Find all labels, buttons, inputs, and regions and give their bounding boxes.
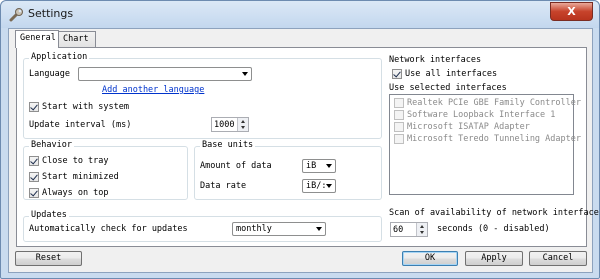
- arrow-down-icon: [420, 231, 424, 234]
- use-all-interfaces-label: Use all interfaces: [405, 69, 498, 79]
- always-on-top-label: Always on top: [42, 188, 109, 198]
- auto-check-label: Automatically check for updates: [29, 224, 188, 234]
- data-rate-label: Data rate: [200, 181, 247, 191]
- language-select[interactable]: [78, 67, 252, 81]
- auto-check-select[interactable]: monthly: [232, 222, 326, 236]
- arrow-down-icon: [241, 126, 245, 129]
- interface-checkbox[interactable]: [394, 134, 404, 144]
- start-minimized-label: Start minimized: [42, 172, 119, 182]
- chevron-down-icon: [326, 164, 332, 168]
- application-group: Application Language Add another languag…: [23, 52, 382, 139]
- interface-label: Microsoft Teredo Tunneling Adapter: [407, 134, 581, 144]
- start-with-system-checkbox[interactable]: [29, 102, 39, 112]
- scan-interval-label: Scan of availability of network interfac…: [389, 208, 600, 218]
- interface-label: Microsoft ISATAP Adapter: [407, 122, 530, 132]
- close-to-tray-checkbox[interactable]: [29, 156, 39, 166]
- base-units-group-title: Base units: [200, 140, 256, 150]
- reset-button[interactable]: Reset: [15, 251, 82, 266]
- client-area: General Chart Application Language Add a…: [8, 28, 600, 273]
- behavior-group: Behavior Close to tray Start minimized A…: [23, 140, 188, 200]
- title-bar[interactable]: Settings X: [1, 1, 599, 28]
- wrench-icon: [9, 8, 23, 22]
- data-rate-value: iB/:: [306, 181, 327, 191]
- application-group-title: Application: [29, 52, 90, 62]
- update-interval-value: 1000: [214, 120, 235, 130]
- window-title: Settings: [28, 7, 74, 20]
- tab-chart[interactable]: Chart: [58, 31, 96, 48]
- update-interval-stepper[interactable]: 1000: [211, 117, 249, 132]
- stepper-buttons[interactable]: [416, 223, 427, 236]
- close-button[interactable]: X: [550, 2, 593, 21]
- scan-interval-stepper[interactable]: 60: [390, 222, 428, 237]
- chevron-down-icon: [326, 184, 332, 188]
- network-interfaces-title: Network interfaces: [389, 55, 482, 65]
- scan-interval-suffix: seconds (0 - disabled): [437, 224, 550, 234]
- auto-check-value: monthly: [236, 224, 272, 234]
- chevron-down-icon: [316, 227, 322, 231]
- amount-of-data-value: iB: [306, 161, 317, 171]
- ok-button[interactable]: OK: [402, 251, 458, 266]
- behavior-group-title: Behavior: [29, 140, 74, 150]
- apply-button[interactable]: Apply: [465, 251, 523, 266]
- start-minimized-checkbox[interactable]: [29, 172, 39, 182]
- amount-of-data-label: Amount of data: [200, 161, 272, 171]
- base-units-group: Base units Amount of data iB Data rate i…: [194, 140, 382, 200]
- arrow-up-icon: [241, 120, 245, 123]
- interface-label: Software Loopback Interface 1: [407, 110, 556, 120]
- tab-chart-label: Chart: [63, 34, 89, 44]
- amount-of-data-select[interactable]: iB: [302, 159, 336, 173]
- chevron-down-icon: [242, 72, 248, 76]
- interface-checkbox[interactable]: [394, 122, 404, 132]
- updates-group: Updates Automatically check for updates …: [23, 210, 382, 242]
- settings-window: Settings X General Chart Application Lan…: [0, 0, 600, 279]
- add-language-link[interactable]: Add another language: [102, 85, 204, 95]
- close-icon: X: [567, 5, 576, 18]
- tab-general-label: General: [20, 33, 56, 43]
- reset-button-label: Reset: [35, 253, 62, 263]
- update-interval-label: Update interval (ms): [29, 120, 132, 130]
- general-tab-page: Application Language Add another languag…: [16, 47, 600, 247]
- arrow-up-icon: [420, 225, 424, 228]
- stepper-buttons[interactable]: [237, 118, 248, 131]
- always-on-top-checkbox[interactable]: [29, 188, 39, 198]
- close-to-tray-label: Close to tray: [42, 156, 109, 166]
- ok-button-label: OK: [424, 253, 436, 263]
- language-label: Language: [29, 69, 70, 79]
- interfaces-list[interactable]: Realtek PCIe GBE Family Controller Softw…: [389, 94, 581, 195]
- use-selected-interfaces-label: Use selected interfaces: [389, 83, 507, 93]
- updates-group-title: Updates: [29, 210, 69, 220]
- tab-general[interactable]: General: [15, 30, 59, 48]
- cancel-button[interactable]: Cancel: [529, 251, 587, 266]
- apply-button-label: Apply: [481, 253, 507, 263]
- interface-checkbox[interactable]: [394, 98, 404, 108]
- cancel-button-label: Cancel: [542, 253, 574, 263]
- start-with-system-label: Start with system: [42, 102, 129, 112]
- use-all-interfaces-checkbox[interactable]: [392, 69, 402, 79]
- interface-label: Realtek PCIe GBE Family Controller: [407, 98, 581, 108]
- data-rate-select[interactable]: iB/:: [302, 179, 336, 193]
- interface-checkbox[interactable]: [394, 110, 404, 120]
- scan-interval-value: 60: [393, 225, 404, 235]
